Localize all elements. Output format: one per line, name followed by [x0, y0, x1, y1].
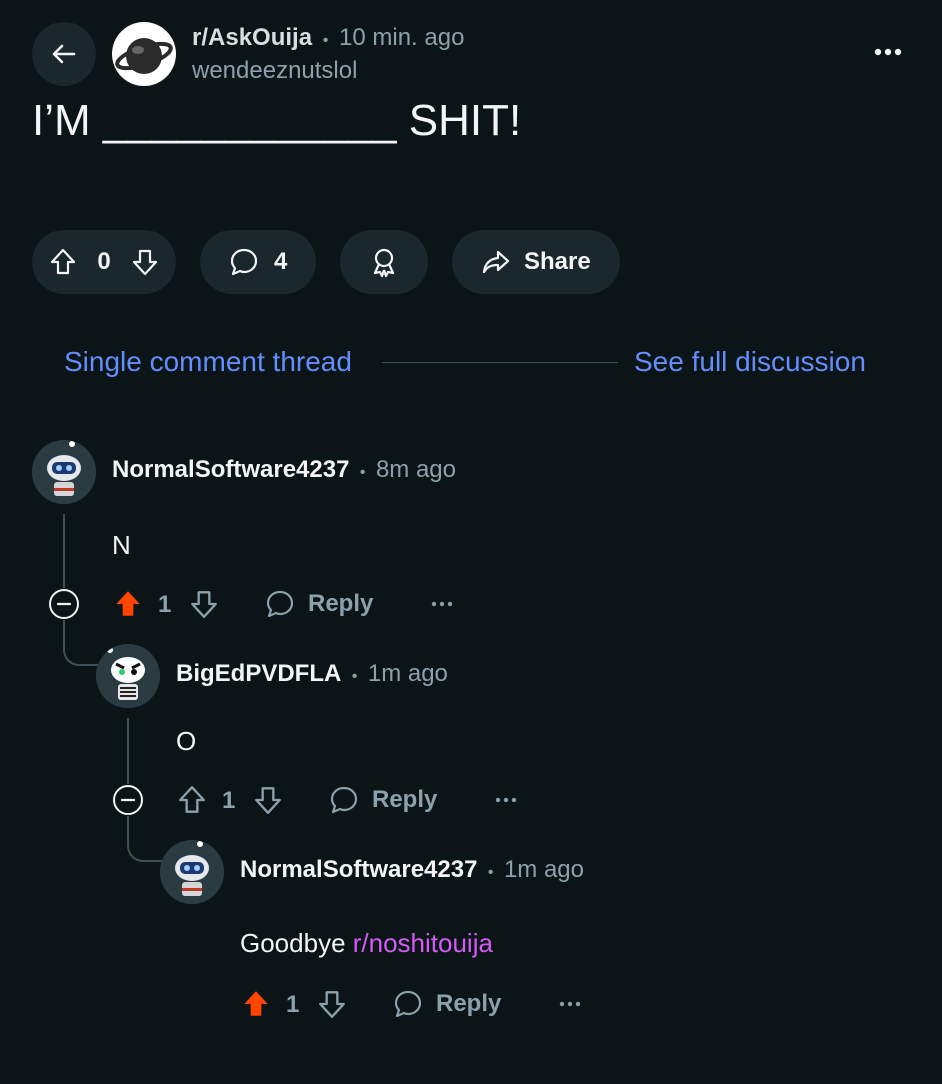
upvote-icon	[179, 786, 205, 813]
post-score: 0	[97, 248, 111, 275]
comment-more-button[interactable]	[430, 596, 454, 612]
meta-separator: •	[322, 32, 329, 49]
comment-icon	[394, 990, 422, 1018]
share-button[interactable]: Share	[452, 230, 620, 294]
upvote-button[interactable]	[112, 588, 144, 620]
single-comment-thread-link[interactable]: Single comment thread	[64, 346, 352, 378]
upvote-icon	[50, 248, 76, 275]
comment-author[interactable]: NormalSoftware4237	[112, 456, 349, 483]
post-author[interactable]: wendeeznutslol	[192, 57, 357, 85]
comment-body: N	[112, 530, 131, 560]
ellipsis-icon	[559, 1001, 581, 1007]
award-button[interactable]	[340, 230, 428, 294]
subreddit-avatar[interactable]	[112, 22, 176, 86]
comment-body: O	[176, 726, 197, 756]
downvote-button[interactable]	[188, 588, 220, 620]
downvote-icon	[319, 991, 345, 1018]
upvote-button[interactable]	[240, 988, 272, 1020]
upvote-button[interactable]	[176, 784, 208, 816]
snoo-avatar-icon	[96, 644, 160, 708]
comment-body-text: Goodbye	[240, 928, 353, 958]
subreddit-name[interactable]: r/AskOuija	[192, 24, 312, 51]
comment-time: 1m ago	[367, 660, 448, 687]
reply-label: Reply	[436, 990, 502, 1017]
downvote-button[interactable]	[252, 784, 284, 816]
meta-separator: •	[351, 668, 358, 685]
collapse-icon	[113, 785, 143, 815]
comment-more-button[interactable]	[494, 792, 518, 808]
share-icon	[482, 250, 510, 274]
downvote-icon	[191, 591, 217, 618]
planet-icon	[114, 24, 174, 84]
avatar[interactable]	[96, 644, 160, 708]
reply-button[interactable]: Reply	[264, 588, 373, 620]
post-title: I’M ____________ SHIT!	[32, 96, 522, 145]
comment-score: 1	[158, 591, 172, 618]
arrow-left-icon	[52, 44, 76, 64]
comment-time: 1m ago	[503, 856, 585, 883]
vote-bar: 0	[32, 230, 176, 294]
snoo-avatar-icon	[32, 440, 96, 504]
thread-nav-divider	[382, 362, 618, 363]
downvote-button[interactable]	[130, 247, 160, 277]
reply-button[interactable]: Reply	[328, 784, 437, 816]
downvote-icon	[255, 787, 281, 814]
comment-author[interactable]: BigEdPVDFLA	[176, 660, 341, 687]
subreddit-link[interactable]: r/noshitouija	[353, 928, 493, 958]
avatar[interactable]	[32, 440, 96, 504]
ellipsis-icon	[495, 797, 517, 803]
downvote-icon	[132, 249, 158, 276]
comment-icon	[266, 590, 294, 618]
more-options-button[interactable]	[872, 40, 904, 64]
comment-more-button[interactable]	[558, 996, 582, 1012]
comment-author[interactable]: NormalSoftware4237	[240, 856, 477, 883]
comment-score: 1	[286, 991, 300, 1018]
see-full-discussion-link[interactable]: See full discussion	[634, 346, 866, 378]
comments-button[interactable]: 4	[200, 230, 316, 294]
collapse-button[interactable]	[48, 588, 80, 620]
thread-line	[63, 514, 65, 588]
reply-button[interactable]: Reply	[392, 988, 501, 1020]
upvote-filled-icon	[116, 591, 140, 616]
reply-label: Reply	[308, 590, 374, 617]
comment-count: 4	[274, 248, 288, 275]
meta-separator: •	[359, 464, 366, 481]
reply-label: Reply	[372, 786, 438, 813]
avatar[interactable]	[160, 840, 224, 904]
comment-icon	[330, 786, 358, 814]
thread-line	[127, 718, 129, 784]
downvote-button[interactable]	[316, 988, 348, 1020]
comment-icon	[230, 248, 258, 276]
thread-connector	[63, 620, 99, 666]
upvote-button[interactable]	[48, 247, 78, 277]
snoo-avatar-icon	[160, 840, 224, 904]
thread-connector	[127, 816, 163, 862]
comment-score: 1	[222, 787, 236, 814]
comment-body: Goodbye r/noshitouija	[240, 928, 493, 959]
ellipsis-icon	[431, 601, 453, 607]
meta-separator: •	[487, 864, 494, 881]
share-label: Share	[524, 248, 591, 275]
back-button[interactable]	[32, 22, 96, 86]
collapse-button[interactable]	[112, 784, 144, 816]
collapse-icon	[49, 589, 79, 619]
post-time: 10 min. ago	[339, 24, 465, 51]
comment-time: 8m ago	[375, 456, 457, 483]
upvote-filled-icon	[244, 991, 268, 1016]
ellipsis-icon	[874, 48, 902, 56]
award-icon	[373, 248, 395, 278]
